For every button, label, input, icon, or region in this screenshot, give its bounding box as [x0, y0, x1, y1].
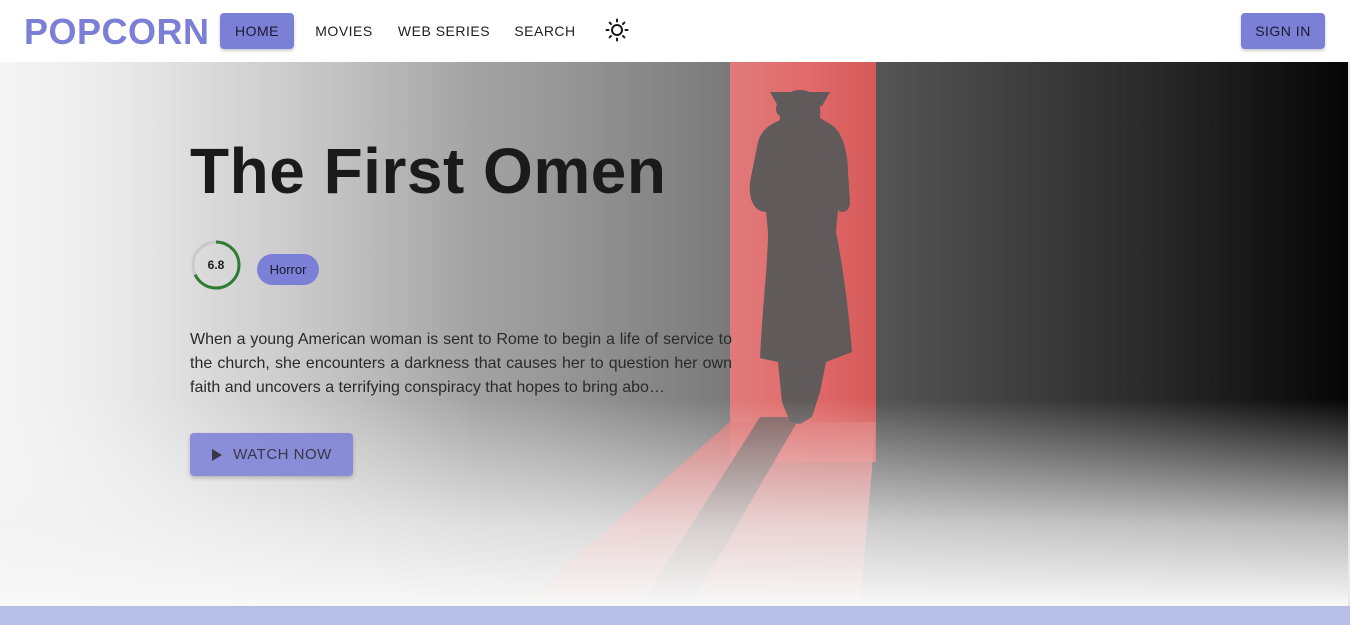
nav-search-button[interactable]: SEARCH	[506, 13, 584, 49]
play-icon	[212, 448, 223, 461]
nav-home-button[interactable]: HOME	[220, 13, 294, 49]
hero-banner: The First Omen 6.8 Horror When a young A…	[0, 62, 1350, 606]
movie-description: When a young American woman is sent to R…	[190, 331, 732, 396]
watch-now-button[interactable]: WATCH NOW	[190, 433, 353, 476]
bottom-section-strip	[0, 606, 1350, 625]
sun-icon	[605, 18, 629, 42]
navbar: POPCORN HOME MOVIES WEB SERIES SEARCH SI…	[0, 0, 1350, 62]
nav-movies-button[interactable]: MOVIES	[306, 13, 382, 49]
movie-title: The First Omen	[190, 135, 667, 207]
logo[interactable]: POPCORN	[24, 11, 210, 53]
rating-value: 6.8	[207, 258, 225, 272]
watch-now-label: WATCH NOW	[233, 446, 332, 463]
theme-toggle-button[interactable]	[602, 15, 632, 45]
nav-web-series-button[interactable]: WEB SERIES	[392, 13, 496, 49]
rating-gauge: 6.8	[190, 239, 242, 291]
genre-chip[interactable]: Horror	[257, 254, 319, 285]
sign-in-button[interactable]: SIGN IN	[1241, 13, 1325, 49]
